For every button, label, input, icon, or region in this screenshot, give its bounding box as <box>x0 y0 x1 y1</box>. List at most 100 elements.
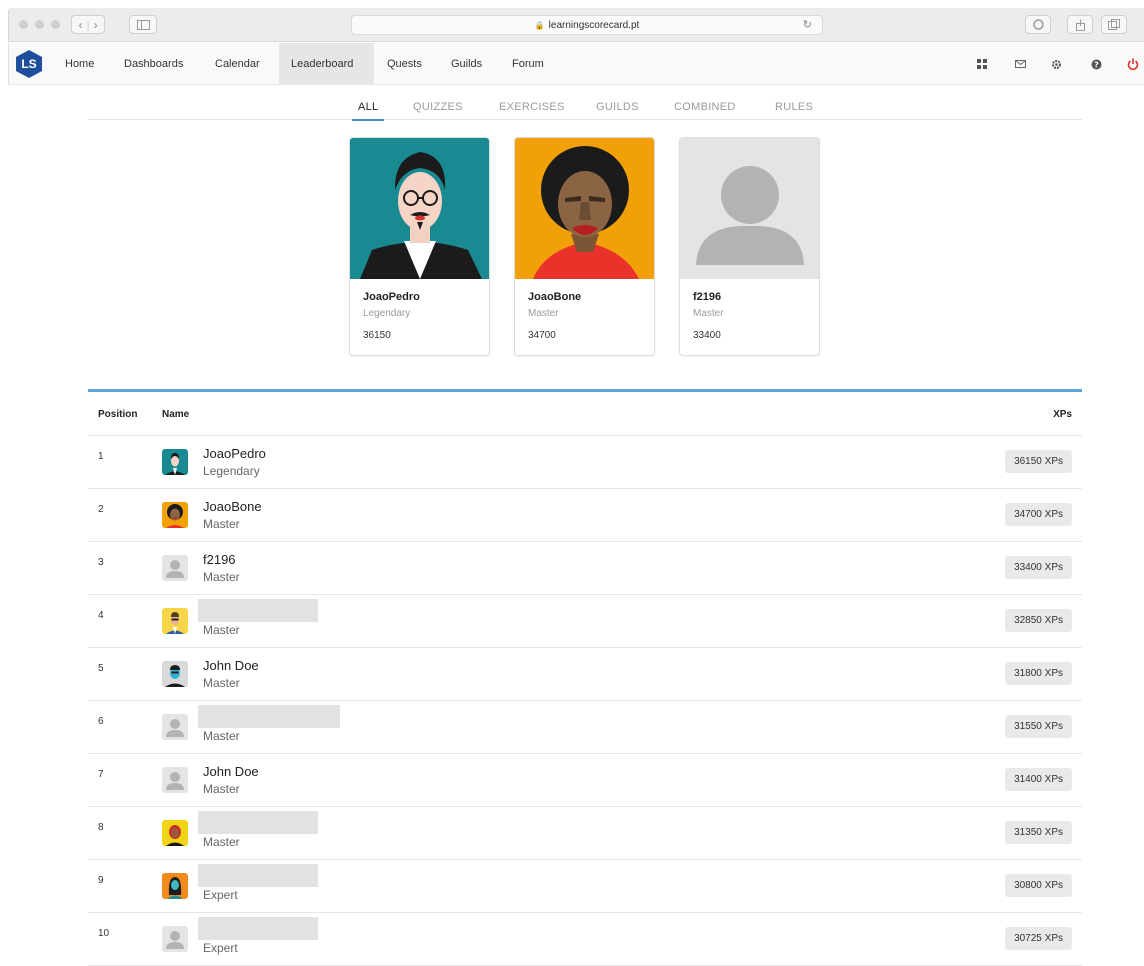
downloads-icon[interactable] <box>1025 15 1051 34</box>
nav-home-label: Home <box>65 58 95 70</box>
browser-toolbar: ‹ | › 🔒 learningscorecard.pt ↻ <box>8 8 1144 42</box>
leaderboard-tabs: ALL QUIZZES EXERCISES GUILDS COMBINED RU… <box>88 93 1082 121</box>
tab-guilds[interactable]: GUILDS <box>596 93 639 120</box>
row-position: 5 <box>98 663 104 674</box>
nav-home[interactable]: Home <box>53 43 106 85</box>
podium-points: 33400 <box>693 330 721 341</box>
avatar-orange-icon <box>162 502 188 528</box>
row-position: 6 <box>98 716 104 727</box>
podium-points: 36150 <box>363 330 391 341</box>
nav-guilds[interactable]: Guilds <box>439 43 494 85</box>
zoom-window-dot[interactable] <box>51 20 60 29</box>
podium-name: JoaoPedro <box>363 291 420 303</box>
tabs-overview-icon[interactable] <box>1101 15 1127 34</box>
help-icon[interactable]: ? <box>1089 57 1103 71</box>
header-position: Position <box>98 409 138 420</box>
table-row[interactable]: 3 f2196 Master 33400 XPs <box>88 542 1082 595</box>
avatar-yellow-red-icon <box>162 820 188 846</box>
tab-quizzes[interactable]: QUIZZES <box>413 93 463 120</box>
back-forward-buttons[interactable]: ‹ | › <box>71 15 105 34</box>
nav-dashboards[interactable]: Dashboards <box>112 43 195 85</box>
chevron-left-icon[interactable]: ‹ <box>78 18 82 32</box>
power-icon[interactable] <box>1126 57 1140 71</box>
row-rank: Master <box>203 835 240 849</box>
tab-exercises[interactable]: EXERCISES <box>499 93 565 120</box>
podium-card-second[interactable]: JoaoBone Master 34700 <box>514 137 655 356</box>
redacted-name <box>198 811 318 834</box>
table-row[interactable]: 5 John Doe Master 31800 XPs <box>88 648 1082 701</box>
row-name[interactable]: John Doe <box>203 764 259 779</box>
tab-combined[interactable]: COMBINED <box>674 93 736 120</box>
row-rank: Master <box>203 729 240 743</box>
row-rank: Master <box>203 782 240 796</box>
row-rank: Expert <box>203 888 238 902</box>
avatar-placeholder-icon <box>162 555 188 581</box>
row-rank: Master <box>203 570 240 584</box>
row-name[interactable]: JoaoBone <box>203 499 262 514</box>
nav-calendar-label: Calendar <box>215 58 260 70</box>
xp-badge: 31350 XPs <box>1005 821 1072 844</box>
app-logo[interactable]: LS <box>15 49 43 79</box>
grid-icon[interactable] <box>975 57 989 71</box>
mail-icon[interactable] <box>1013 57 1027 71</box>
tab-exercises-label: EXERCISES <box>499 100 565 113</box>
leaderboard-table: Position Name XPs 1 JoaoPedro Legendary … <box>88 389 1082 966</box>
nav-leaderboard-label: Leaderboard <box>291 58 354 70</box>
redacted-name <box>198 599 318 622</box>
row-rank: Master <box>203 623 240 637</box>
row-name[interactable]: JoaoPedro <box>203 446 266 461</box>
row-position: 10 <box>98 928 110 939</box>
nav-calendar[interactable]: Calendar <box>203 43 272 85</box>
row-name[interactable]: f2196 <box>203 552 236 567</box>
podium-card-first[interactable]: JoaoPedro Legendary 36150 <box>349 137 490 356</box>
tab-all-label: ALL <box>358 100 379 113</box>
table-header: Position Name XPs <box>88 392 1082 436</box>
table-row[interactable]: 10 Expert 30725 XPs <box>88 913 1082 966</box>
row-position: 2 <box>98 504 104 515</box>
sidebar-toggle-icon[interactable] <box>129 15 157 34</box>
podium-name: JoaoBone <box>528 291 582 303</box>
nav-leaderboard[interactable]: Leaderboard <box>279 43 374 85</box>
row-name[interactable]: John Doe <box>203 658 259 673</box>
gear-icon[interactable] <box>1049 57 1063 71</box>
avatar-orange-man <box>515 138 654 279</box>
row-rank: Master <box>203 517 240 531</box>
avatar-yellow-icon <box>162 608 188 634</box>
table-row[interactable]: 9 Expert 30800 XPs <box>88 860 1082 913</box>
table-row[interactable]: 2 JoaoBone Master 34700 XPs <box>88 489 1082 542</box>
podium-points: 34700 <box>528 330 556 341</box>
nav-quests[interactable]: Quests <box>375 43 434 85</box>
table-row[interactable]: 7 John Doe Master 31400 XPs <box>88 754 1082 807</box>
logo-text: LS <box>21 57 37 71</box>
table-row[interactable]: 4 Master 32850 XPs <box>88 595 1082 648</box>
table-row[interactable]: 1 JoaoPedro Legendary 36150 XPs <box>88 436 1082 489</box>
nav-forum-label: Forum <box>512 58 544 70</box>
share-icon[interactable] <box>1067 15 1093 34</box>
tab-all[interactable]: ALL <box>351 93 386 121</box>
podium-name: f2196 <box>693 291 722 303</box>
close-window-dot[interactable] <box>19 20 28 29</box>
nav-forum[interactable]: Forum <box>500 43 556 85</box>
xp-badge: 32850 XPs <box>1005 609 1072 632</box>
xp-badge: 31400 XPs <box>1005 768 1072 791</box>
header-xps: XPs <box>1053 409 1072 420</box>
minimize-window-dot[interactable] <box>35 20 44 29</box>
avatar-placeholder <box>680 138 819 279</box>
row-rank: Expert <box>203 941 238 955</box>
table-row[interactable]: 8 Master 31350 XPs <box>88 807 1082 860</box>
tab-combined-label: COMBINED <box>674 100 736 113</box>
reload-icon[interactable]: ↻ <box>803 18 812 31</box>
tab-quizzes-label: QUIZZES <box>413 100 463 113</box>
row-position: 1 <box>98 451 104 462</box>
nav-guilds-label: Guilds <box>451 58 483 70</box>
avatar-teal-man <box>350 138 489 279</box>
podium-card-third[interactable]: f2196 Master 33400 <box>679 137 820 356</box>
app-navbar: LS Home Dashboards Calendar Leaderboard … <box>8 43 1144 85</box>
chevron-right-icon[interactable]: › <box>94 18 98 32</box>
tab-rules-label: RULES <box>775 100 814 113</box>
tab-rules[interactable]: RULES <box>775 93 813 120</box>
xp-badge: 30800 XPs <box>1005 874 1072 897</box>
row-rank: Master <box>203 676 240 690</box>
table-row[interactable]: 6 Master 31550 XPs <box>88 701 1082 754</box>
address-bar[interactable]: 🔒 learningscorecard.pt ↻ <box>351 15 823 35</box>
